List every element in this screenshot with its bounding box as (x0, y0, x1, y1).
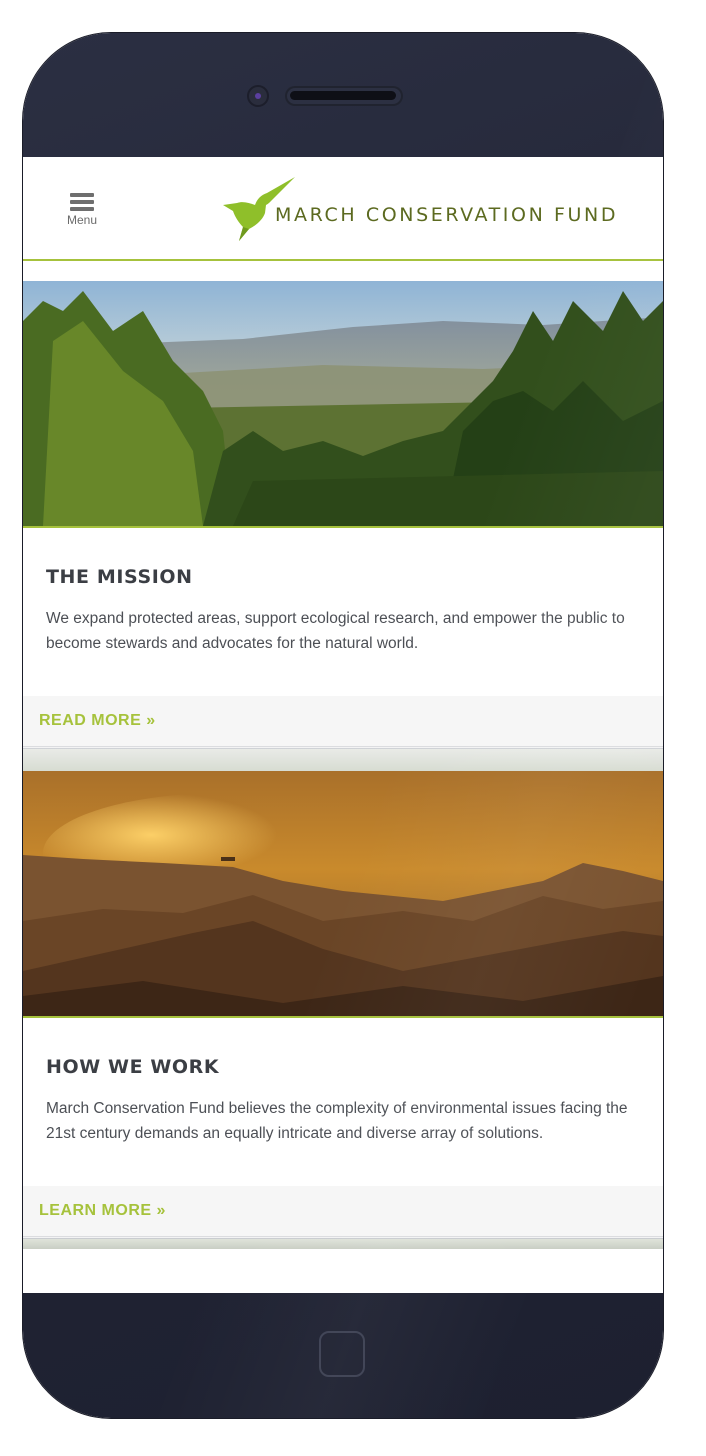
read-more-link[interactable]: READ MORE » (23, 696, 663, 746)
logo-wordmark: MARCH CONSERVATION FUND (275, 204, 619, 226)
mission-card: THE MISSION We expand protected areas, s… (23, 281, 663, 746)
menu-label: Menu (66, 213, 98, 227)
home-button[interactable] (319, 1331, 365, 1377)
site-logo[interactable]: MARCH CONSERVATION FUND (223, 177, 623, 243)
spacer (23, 261, 663, 281)
card-body: THE MISSION We expand protected areas, s… (23, 528, 663, 696)
image-strip (23, 748, 663, 771)
speaker-grille (285, 86, 403, 106)
card-body: HOW WE WORK March Conservation Fund beli… (23, 1018, 663, 1186)
card-text: March Conservation Fund believes the com… (46, 1100, 628, 1142)
bay-sunset-image (23, 771, 663, 1016)
how-we-work-card: HOW WE WORK March Conservation Fund beli… (23, 771, 663, 1236)
card-text: We expand protected areas, support ecolo… (46, 610, 625, 652)
phone-screen: Menu MARCH CONSERVATION FUND THE MISSION… (23, 157, 663, 1293)
learn-more-link[interactable]: LEARN MORE » (23, 1186, 663, 1236)
forest-valley-image (23, 281, 663, 526)
card-title: THE MISSION (46, 566, 193, 588)
menu-button[interactable]: Menu (63, 193, 101, 227)
site-header: Menu MARCH CONSERVATION FUND (23, 157, 663, 261)
hamburger-icon[interactable] (70, 193, 94, 211)
image-strip (23, 1238, 663, 1249)
camera-icon (247, 85, 269, 107)
card-title: HOW WE WORK (46, 1056, 220, 1078)
phone-frame: Menu MARCH CONSERVATION FUND THE MISSION… (23, 33, 663, 1418)
